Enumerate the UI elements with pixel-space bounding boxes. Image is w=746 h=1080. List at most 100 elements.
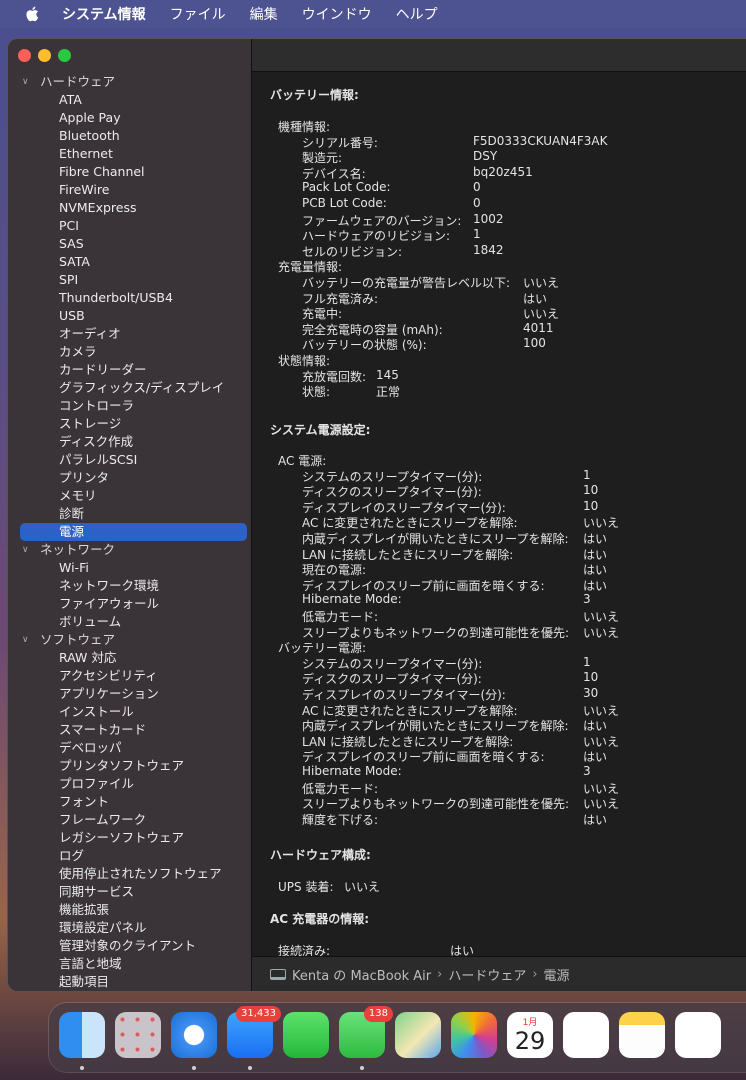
- notes-icon[interactable]: [619, 1012, 665, 1058]
- sidebar-item[interactable]: カードリーダー: [8, 361, 251, 379]
- field-label: Hibernate Mode:: [302, 592, 402, 607]
- sidebar-item[interactable]: 起動項目: [8, 973, 251, 991]
- chevron-down-icon[interactable]: ∨: [22, 541, 32, 559]
- chevron-down-icon[interactable]: ∨: [22, 631, 32, 649]
- chevron-down-icon[interactable]: ∨: [22, 73, 32, 91]
- sidebar-item[interactable]: ボリューム: [8, 613, 251, 631]
- calendar-icon[interactable]: 1月 29: [507, 1012, 553, 1058]
- sidebar-item[interactable]: RAW 対応: [8, 649, 251, 667]
- calendar-day: 29: [514, 1027, 546, 1055]
- field-label: 状態:: [302, 385, 331, 400]
- sidebar-item[interactable]: 言語と地域: [8, 955, 251, 973]
- sidebar-item[interactable]: フォント: [8, 793, 251, 811]
- field-label: 輝度を下げる:: [302, 812, 379, 827]
- launchpad-icon[interactable]: [115, 1012, 161, 1058]
- menu-app-name[interactable]: システム情報: [62, 4, 146, 24]
- sidebar-item[interactable]: プリンタ: [8, 469, 251, 487]
- running-indicator: [192, 1066, 196, 1070]
- field-label: ディスプレイのスリープタイマー(分):: [302, 500, 506, 515]
- sidebar-item[interactable]: NVMExpress: [8, 199, 251, 217]
- sidebar-item[interactable]: Bluetooth: [8, 127, 251, 145]
- field-value: はい: [523, 291, 548, 306]
- sidebar-item[interactable]: グラフィックス/ディスプレイ: [8, 379, 251, 397]
- menu-edit[interactable]: 編集: [250, 4, 278, 24]
- field-label: セルのリビジョン:: [302, 244, 403, 259]
- safari-icon[interactable]: [171, 1012, 217, 1058]
- freeform-icon[interactable]: [675, 1012, 721, 1058]
- sidebar-item[interactable]: SATA: [8, 253, 251, 271]
- reminders-icon[interactable]: [563, 1012, 609, 1058]
- sidebar-item[interactable]: PCI: [8, 217, 251, 235]
- sidebar-item[interactable]: 同期サービス: [8, 883, 251, 901]
- field-value: いいえ: [344, 880, 381, 894]
- sidebar-item[interactable]: アクセシビリティ: [8, 667, 251, 685]
- field-value: はい: [450, 944, 475, 956]
- sidebar-item[interactable]: インストール: [8, 703, 251, 721]
- finder-icon[interactable]: [59, 1012, 105, 1058]
- path-page[interactable]: 電源: [544, 965, 570, 984]
- sidebar-item[interactable]: オーディオ: [8, 325, 251, 343]
- sidebar-item[interactable]: 電源: [20, 523, 247, 541]
- sidebar-item[interactable]: Apple Pay: [8, 109, 251, 127]
- sidebar-item[interactable]: FireWire: [8, 181, 251, 199]
- sidebar-item[interactable]: デベロッパ: [8, 739, 251, 757]
- sidebar-item[interactable]: メモリ: [8, 487, 251, 505]
- sidebar-item[interactable]: ログ: [8, 847, 251, 865]
- field-value: 1: [473, 227, 481, 242]
- sidebar-item[interactable]: ネットワーク環境: [8, 577, 251, 595]
- field-value: 1: [583, 467, 591, 482]
- field-label: 低電力モード:: [302, 781, 379, 796]
- menu-help[interactable]: ヘルプ: [396, 4, 438, 24]
- mail-icon[interactable]: 31,433: [227, 1006, 281, 1058]
- notification-badge: 31,433: [236, 1006, 281, 1022]
- field-value: 1002: [473, 211, 504, 226]
- field-label: ディスプレイのスリープ前に画面を暗くする:: [302, 578, 545, 593]
- chevron-right-icon: ›: [437, 967, 443, 982]
- sidebar-item[interactable]: パラレルSCSI: [8, 451, 251, 469]
- photos-icon[interactable]: [451, 1012, 497, 1058]
- sidebar-category[interactable]: ∨ ハードウェア: [8, 73, 251, 91]
- sidebar-item[interactable]: コントローラ: [8, 397, 251, 415]
- sidebar-item[interactable]: SAS: [8, 235, 251, 253]
- sidebar-item[interactable]: プロファイル: [8, 775, 251, 793]
- sidebar-item[interactable]: 使用停止されたソフトウェア: [8, 865, 251, 883]
- sidebar-item[interactable]: ストレージ: [8, 415, 251, 433]
- sidebar-item[interactable]: USB: [8, 307, 251, 325]
- path-computer[interactable]: Kenta の MacBook Air: [292, 965, 431, 984]
- menu-window[interactable]: ウインドウ: [302, 4, 372, 24]
- sidebar-item[interactable]: アプリケーション: [8, 685, 251, 703]
- sidebar-item[interactable]: ディスク作成: [8, 433, 251, 451]
- sidebar-item[interactable]: プリンタソフトウェア: [8, 757, 251, 775]
- sidebar-item[interactable]: Wi-Fi: [8, 559, 251, 577]
- field-label: システムのスリープタイマー(分):: [302, 656, 483, 671]
- messages-icon[interactable]: 138: [339, 1006, 393, 1058]
- sidebar-item[interactable]: SPI: [8, 271, 251, 289]
- facetime-icon[interactable]: [283, 1012, 329, 1058]
- field-label: PCB Lot Code:: [302, 196, 387, 210]
- sidebar-item[interactable]: フレームワーク: [8, 811, 251, 829]
- sidebar-item[interactable]: Thunderbolt/USB4: [8, 289, 251, 307]
- minimize-button[interactable]: [38, 49, 51, 62]
- sidebar-item[interactable]: カメラ: [8, 343, 251, 361]
- apple-logo-icon[interactable]: [24, 5, 42, 23]
- sidebar-item[interactable]: レガシーソフトウェア: [8, 829, 251, 847]
- sidebar-item[interactable]: 管理対象のクライアント: [8, 937, 251, 955]
- sidebar-item[interactable]: ATA: [8, 91, 251, 109]
- path-section[interactable]: ハードウェア: [448, 965, 526, 984]
- field-value: 10: [583, 498, 599, 513]
- sidebar-item[interactable]: 環境設定パネル: [8, 919, 251, 937]
- sidebar-item[interactable]: Ethernet: [8, 145, 251, 163]
- maps-icon[interactable]: [395, 1012, 441, 1058]
- sidebar-item[interactable]: 診断: [8, 505, 251, 523]
- sidebar-item[interactable]: ファイアウォール: [8, 595, 251, 613]
- sidebar-category[interactable]: ∨ ソフトウェア: [8, 631, 251, 649]
- close-button[interactable]: [18, 49, 31, 62]
- sidebar-item[interactable]: 機能拡張: [8, 901, 251, 919]
- menu-file[interactable]: ファイル: [170, 4, 226, 24]
- field-label: LAN に接続したときにスリープを解除:: [302, 547, 514, 562]
- sidebar-item[interactable]: スマートカード: [8, 721, 251, 739]
- sidebar-item[interactable]: Fibre Channel: [8, 163, 251, 181]
- sidebar-category[interactable]: ∨ ネットワーク: [8, 541, 251, 559]
- sidebar-category-label: ネットワーク: [40, 542, 116, 557]
- zoom-button[interactable]: [58, 49, 71, 62]
